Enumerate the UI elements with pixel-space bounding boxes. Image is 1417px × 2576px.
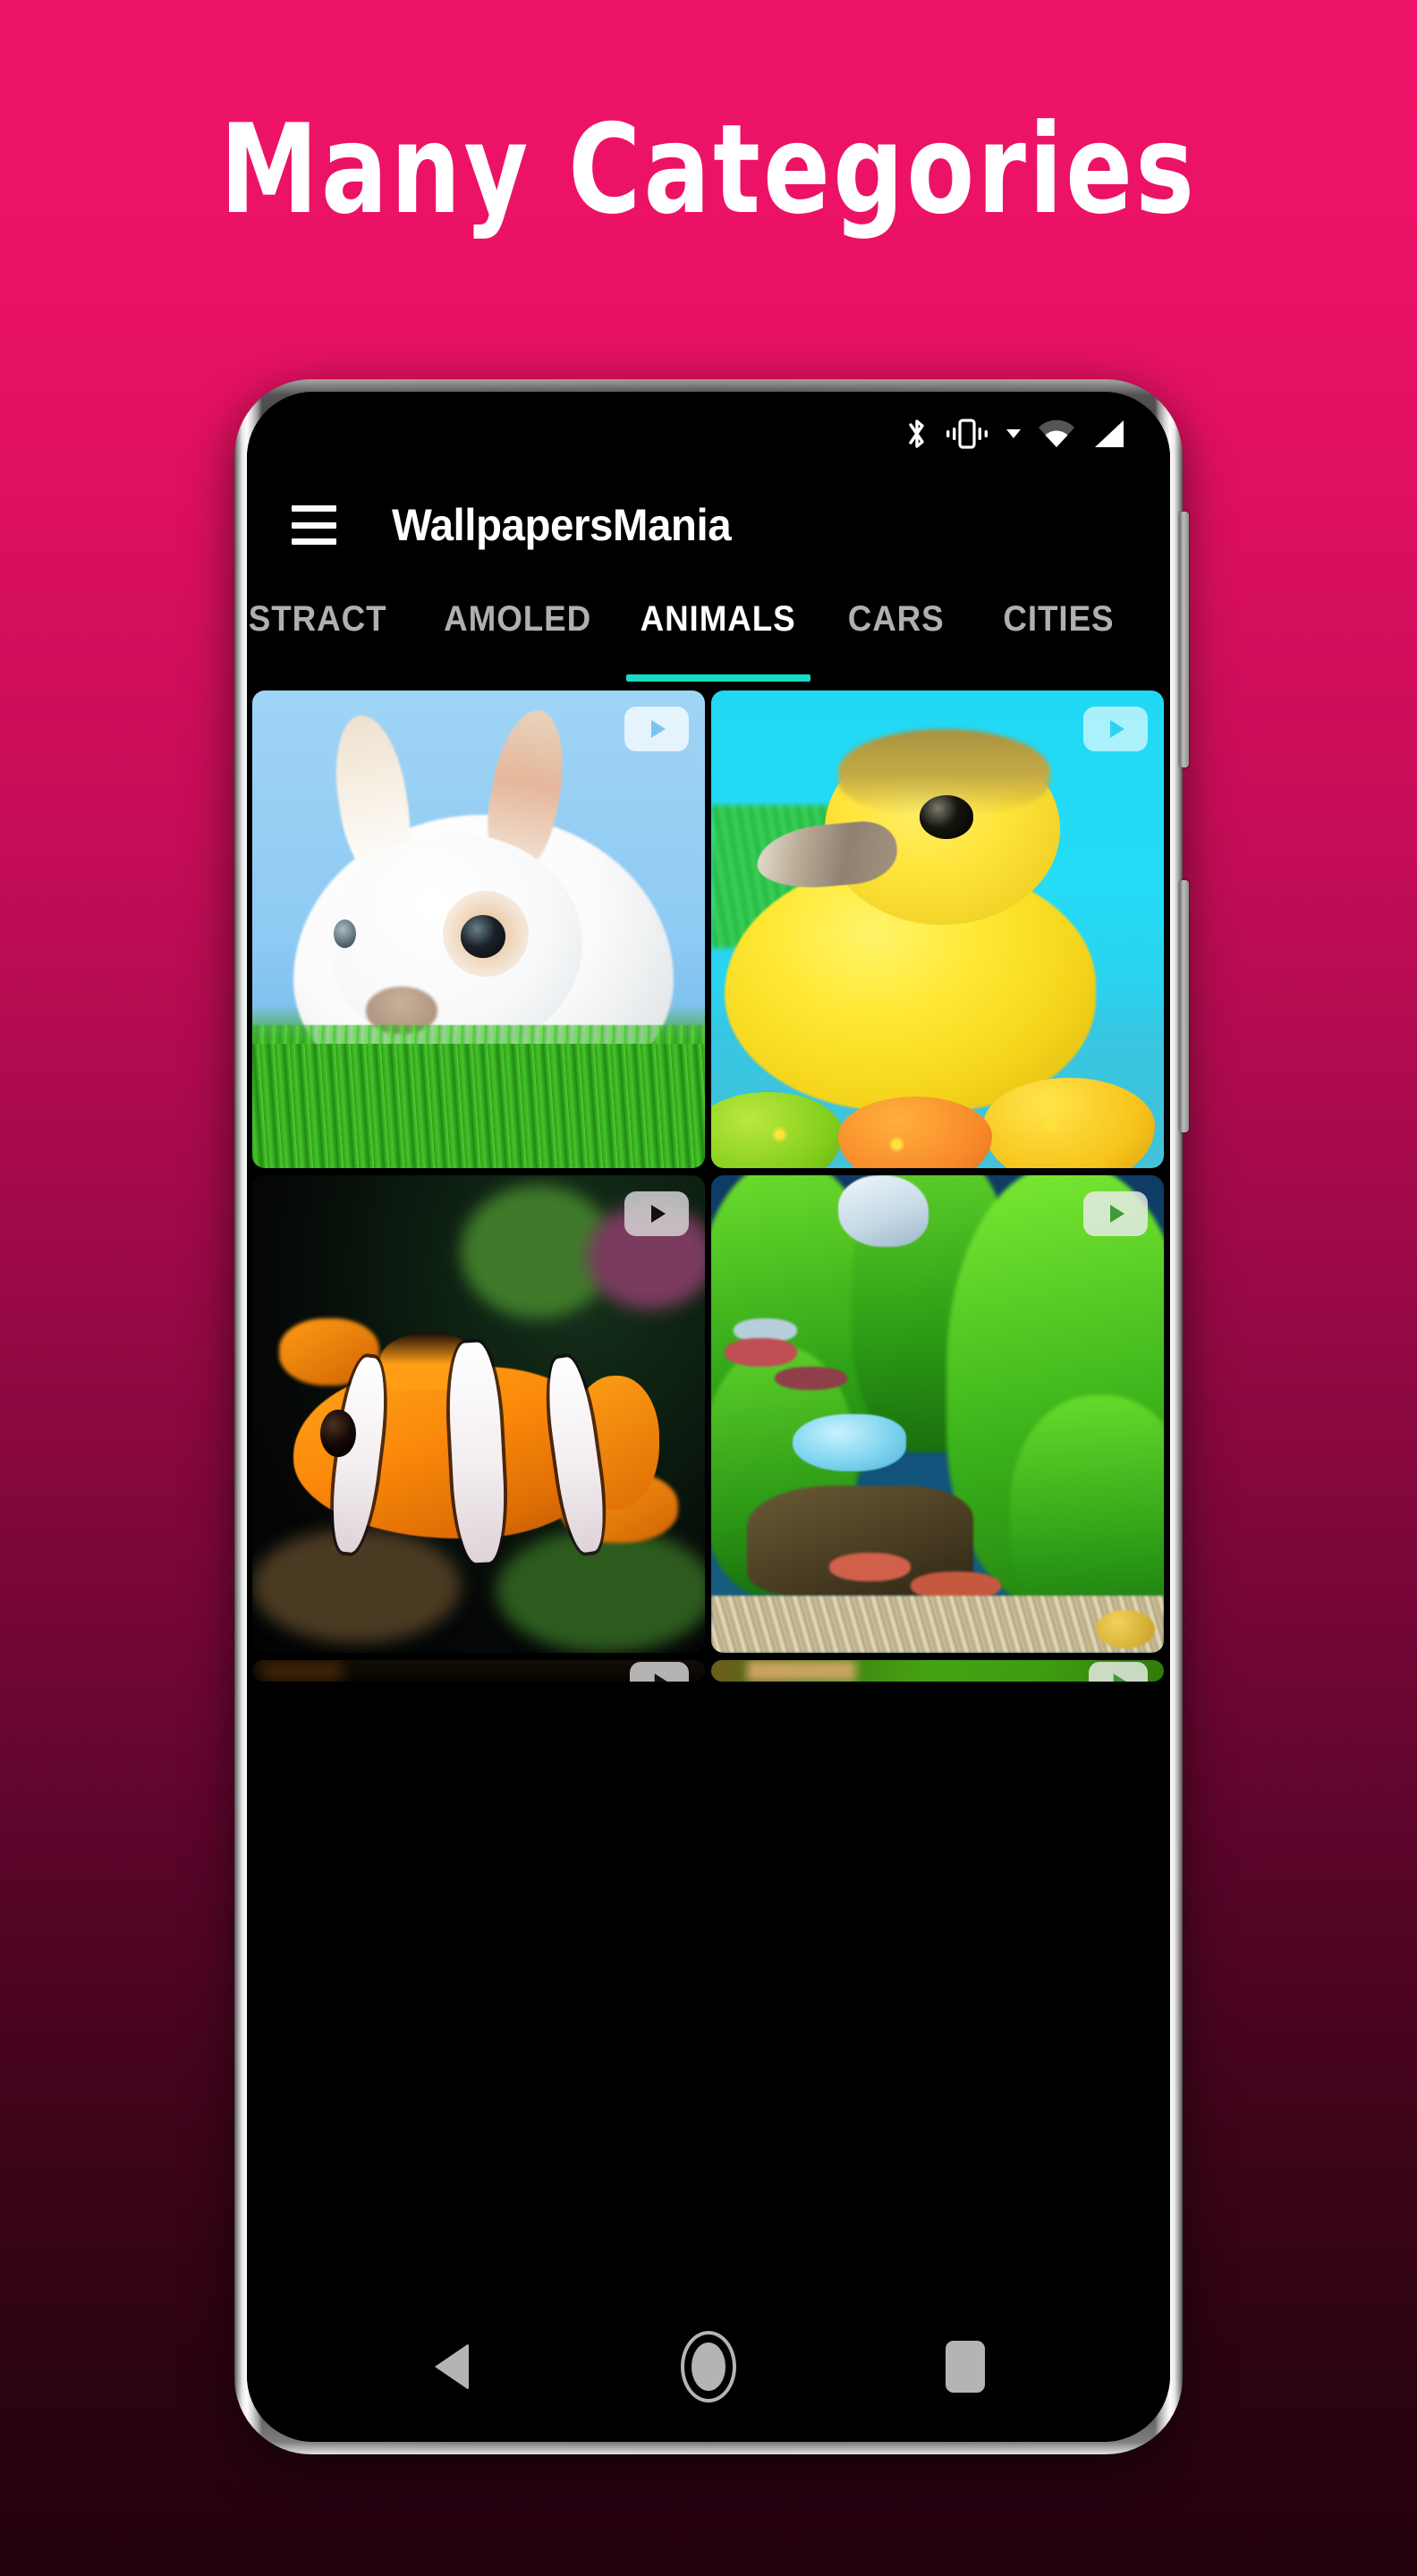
tab-abstract[interactable]: STRACT [247, 583, 419, 691]
dropdown-caret-icon [1005, 428, 1022, 440]
wifi-icon [1037, 419, 1076, 449]
tab-amoled[interactable]: AMOLED [419, 583, 617, 691]
status-bar [247, 392, 1170, 467]
app-bar: WallpapersMania [247, 467, 1170, 583]
wallpaper-tile-rabbit[interactable] [252, 691, 705, 1168]
cellular-signal-icon [1091, 419, 1125, 449]
active-tab-underline [626, 674, 810, 682]
category-tab-bar[interactable]: STRACT AMOLED ANIMALS CARS CITIES [247, 583, 1170, 691]
hamburger-menu-icon[interactable] [292, 505, 336, 545]
wallpaper-tile-dark-partial[interactable] [252, 1660, 705, 1682]
phone-screen: WallpapersMania STRACT AMOLED ANIMALS CA… [247, 392, 1170, 2442]
wallpaper-tile-green-partial[interactable] [711, 1660, 1164, 1682]
nav-back-button[interactable] [398, 2313, 505, 2420]
wallpaper-grid [247, 691, 1170, 2318]
nav-recents-button[interactable] [912, 2313, 1019, 2420]
play-icon[interactable] [624, 1191, 689, 1236]
play-icon[interactable] [630, 1662, 689, 1682]
nav-home-button[interactable] [655, 2313, 762, 2420]
promo-screenshot-root: Many Categories WallpapersMania STRACT A… [0, 0, 1417, 2576]
app-title: WallpapersMania [392, 500, 732, 550]
back-arrow-icon [435, 2343, 470, 2390]
wallpaper-tile-aquarium[interactable] [711, 1175, 1164, 1653]
wallpaper-tile-clownfish[interactable] [252, 1175, 705, 1653]
tab-cities[interactable]: CITIES [973, 583, 1143, 691]
clownfish-thumbnail-image [252, 1175, 705, 1653]
play-icon[interactable] [1083, 1191, 1148, 1236]
home-circle-icon [680, 2331, 736, 2402]
tab-animals[interactable]: ANIMALS [617, 583, 819, 691]
power-button[interactable] [1179, 880, 1189, 1132]
promo-headline: Many Categories [219, 97, 1198, 242]
play-icon[interactable] [1083, 707, 1148, 751]
duckling-thumbnail-image [711, 691, 1164, 1168]
wallpaper-tile-duckling[interactable] [711, 691, 1164, 1168]
play-icon[interactable] [1089, 1662, 1148, 1682]
aquarium-thumbnail-image [711, 1175, 1164, 1653]
bluetooth-icon [905, 416, 929, 452]
volume-rocker-button[interactable] [1179, 512, 1189, 767]
vibrate-icon [944, 419, 990, 449]
play-icon[interactable] [624, 707, 689, 751]
phone-device-mockup: WallpapersMania STRACT AMOLED ANIMALS CA… [234, 379, 1189, 2454]
android-navigation-bar [247, 2292, 1170, 2442]
recents-square-icon [945, 2341, 985, 2393]
tab-cars[interactable]: CARS [819, 583, 973, 691]
rabbit-thumbnail-image [252, 691, 705, 1168]
